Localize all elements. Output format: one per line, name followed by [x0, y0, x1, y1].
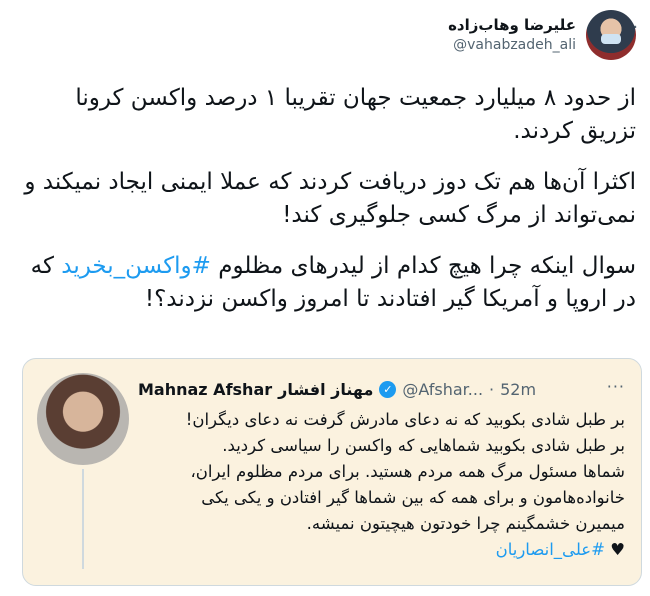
quoted-line-3: شماها مسئول مرگ همه مردم هستید. برای مرد…	[190, 462, 625, 481]
author-avatar[interactable]	[586, 10, 636, 60]
author-display-name[interactable]: علیرضا وهاب‌زاده	[448, 15, 576, 35]
tweet-paragraph-2: اکثرا آن‌ها هم تک دوز دریافت کردند که عم…	[24, 169, 636, 228]
separator-dot: ·	[489, 379, 495, 399]
quoted-line-2: بر طبل شادی بکوبید شماهایی که واکسن را س…	[222, 436, 625, 455]
quoted-line-1: بر طبل شادی بکوبید که نه دعای مادرش گرفت…	[185, 410, 625, 429]
quoted-author-name-fa[interactable]: مهناز افشار	[278, 380, 373, 399]
quoted-tweet[interactable]: Mahnaz Afshar مهناز افشار ✓ @Afshar... ·…	[22, 358, 642, 586]
quoted-hashtag-link[interactable]: #علی_انصاریان	[496, 540, 605, 559]
avatar-mask	[601, 34, 621, 44]
tweet-text: از حدود ۸ میلیارد جمعیت جهان تقریبا ۱ در…	[16, 82, 636, 334]
tweet-paragraph-1: از حدود ۸ میلیارد جمعیت جهان تقریبا ۱ در…	[75, 85, 636, 144]
thread-line	[82, 469, 84, 569]
quoted-line-4: خانواده‌هامون و برای همه که بین شماها گی…	[201, 488, 625, 507]
paragraph-3-start: سوال اینکه چرا هیچ کدام از لیدرهای مظلوم	[210, 253, 636, 279]
quoted-author-handle[interactable]: @Afshar...	[402, 380, 483, 399]
quoted-line-5: میمیرن خشمگینم چرا خودتون هیچیتون نمیشه.	[306, 514, 625, 533]
quoted-line-6: ♥ #علی_انصاریان	[155, 537, 625, 563]
author-handle[interactable]: @vahabzadeh_ali	[448, 35, 576, 55]
quoted-tweet-header: Mahnaz Afshar مهناز افشار ✓ @Afshar... ·…	[138, 377, 618, 401]
verified-badge-icon: ✓	[379, 380, 397, 398]
tweet-card: ··· علیرضا وهاب‌زاده @vahabzadeh_ali از …	[0, 0, 650, 596]
tweet-paragraph-3: سوال اینکه چرا هیچ کدام از لیدرهای مظلوم…	[16, 250, 636, 316]
tweet-author[interactable]: علیرضا وهاب‌زاده @vahabzadeh_ali	[448, 10, 636, 60]
black-heart-icon: ♥	[610, 540, 625, 559]
quoted-author-avatar[interactable]	[37, 373, 129, 465]
quoted-more-options-icon[interactable]: ···	[607, 377, 625, 396]
quoted-timestamp[interactable]: 52m	[500, 380, 536, 399]
quoted-author-name-en[interactable]: Mahnaz Afshar	[138, 380, 272, 399]
author-names: علیرضا وهاب‌زاده @vahabzadeh_ali	[448, 15, 576, 55]
hashtag-link[interactable]: #واکسن_بخرید	[61, 253, 211, 279]
quoted-tweet-text: بر طبل شادی بکوبید که نه دعای مادرش گرفت…	[155, 407, 625, 563]
